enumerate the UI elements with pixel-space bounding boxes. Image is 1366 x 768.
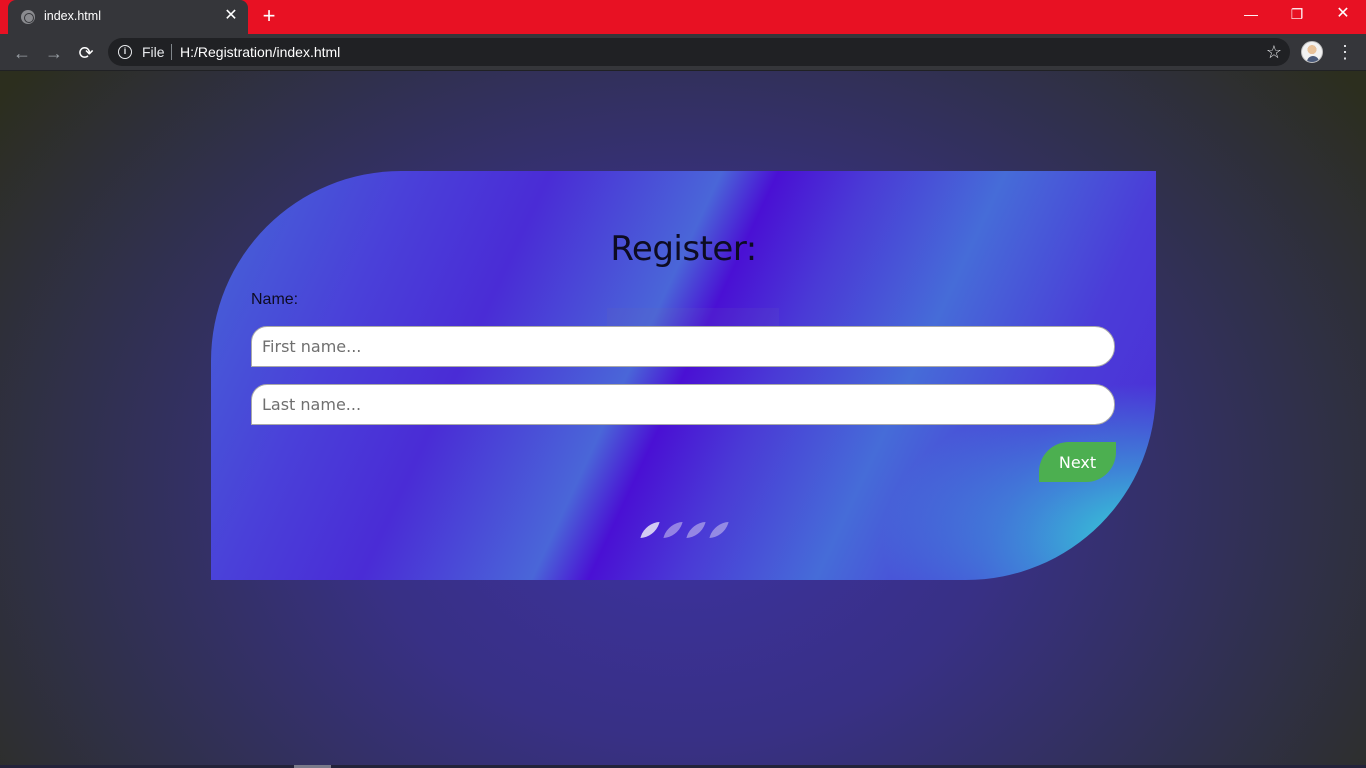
browser-tab[interactable]: index.html ✕ (8, 0, 248, 34)
step-dot-2 (663, 522, 683, 538)
address-bar[interactable]: i File H:/Registration/index.html ☆ (108, 38, 1290, 66)
browser-toolbar: ← → ⟳ i File H:/Registration/index.html … (0, 34, 1366, 71)
omnibox-divider (171, 44, 172, 60)
tab-close-icon[interactable]: ✕ (222, 7, 240, 25)
step-dot-4 (709, 522, 729, 538)
page-viewport: Register: Name: Next (0, 71, 1366, 768)
registration-card: Register: Name: Next (211, 171, 1156, 580)
first-name-input[interactable] (251, 326, 1115, 367)
new-tab-button[interactable]: + (258, 5, 280, 28)
back-arrow-icon[interactable]: ← (9, 40, 35, 66)
info-icon[interactable]: i (118, 45, 132, 59)
kebab-menu-icon[interactable]: ⋮ (1336, 40, 1354, 64)
minimize-button[interactable]: — (1228, 0, 1274, 30)
title-bar: index.html ✕ + — ❐ ✕ (0, 0, 1366, 34)
url-text[interactable]: H:/Registration/index.html (180, 44, 340, 60)
step-dot-1 (640, 522, 660, 538)
globe-icon (21, 10, 35, 24)
reload-icon[interactable]: ⟳ (73, 40, 99, 66)
close-window-button[interactable]: ✕ (1320, 0, 1366, 30)
star-icon[interactable]: ☆ (1266, 41, 1282, 63)
name-label: Name: (251, 291, 299, 308)
forward-arrow-icon[interactable]: → (41, 40, 67, 66)
avatar[interactable] (1301, 41, 1323, 63)
next-button[interactable]: Next (1039, 442, 1116, 482)
overlay-artifact (607, 308, 779, 326)
maximize-button[interactable]: ❐ (1274, 0, 1320, 30)
step-indicator (640, 522, 729, 538)
step-dot-3 (686, 522, 706, 538)
tab-title: index.html (44, 9, 101, 23)
url-scheme-label: File (142, 44, 165, 60)
page-title: Register: (610, 229, 757, 269)
last-name-input[interactable] (251, 384, 1115, 425)
